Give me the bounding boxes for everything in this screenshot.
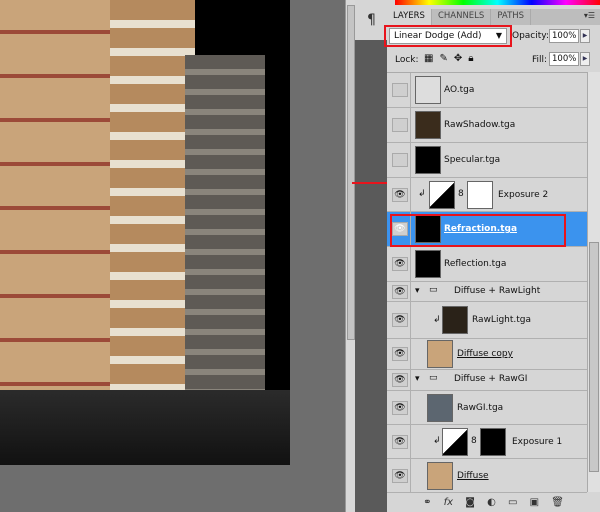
layer-name: RawGI.tga [457, 403, 504, 413]
eye-icon[interactable]: 👁︎ [392, 401, 408, 415]
layer-name: RawLight.tga [472, 315, 532, 325]
scroll-thumb[interactable] [589, 242, 599, 472]
folder-icon: ▭ [429, 373, 438, 383]
layer-thumbnail [415, 76, 441, 104]
panel-dock-strip: ¶ [355, 0, 387, 512]
layer-mask-thumbnail [467, 181, 493, 209]
visibility-toggle[interactable] [392, 83, 408, 97]
layer-row[interactable]: 👁︎ RawGI.tga [387, 391, 587, 425]
layer-row[interactable]: AO.tga [387, 73, 587, 108]
layer-name: Exposure 2 [498, 190, 549, 200]
eye-icon[interactable]: 👁︎ [392, 373, 408, 387]
layers-scrollbar[interactable] [587, 72, 600, 492]
eye-icon[interactable]: 👁︎ [392, 347, 408, 361]
group-expand-icon[interactable]: ▾ [415, 374, 420, 384]
visibility-toggle[interactable] [392, 118, 408, 132]
link-icon: 8 [471, 436, 477, 446]
folder-icon: ▭ [429, 285, 438, 295]
layer-name: Specular.tga [444, 155, 501, 165]
lock-pixels-icon[interactable]: ✎ [439, 53, 447, 64]
add-mask-icon[interactable]: ◙ [465, 497, 475, 508]
tab-paths[interactable]: PATHS [491, 9, 532, 25]
group-row[interactable]: 👁︎ ▾ ▭ Diffuse + RawLight [387, 282, 587, 302]
clip-arrow-icon: ↲ [433, 436, 441, 446]
layer-row[interactable]: 👁︎ Diffuse copy [387, 339, 587, 370]
layer-name: Reflection.tga [444, 259, 507, 269]
opacity-slider-button[interactable]: ▶ [580, 29, 590, 43]
lock-label: Lock: [395, 55, 419, 65]
lock-position-icon[interactable]: ✥ [454, 53, 462, 64]
fill-label: Fill: [532, 55, 548, 65]
opacity-input[interactable]: 100% [549, 29, 579, 43]
lock-all-icon[interactable]: 🔒︎ [468, 53, 473, 64]
eye-icon[interactable]: 👁︎ [392, 313, 408, 327]
scroll-thumb[interactable] [347, 5, 355, 340]
layers-panel: LAYERS CHANNELS PATHS ▾☰ Linear Dodge (A… [384, 0, 600, 512]
group-row[interactable]: 👁︎ ▾ ▭ Diffuse + RawGI [387, 370, 587, 391]
document-canvas [0, 0, 345, 512]
layer-thumbnail [427, 340, 453, 368]
canvas-vertical-scrollbar[interactable] [345, 0, 355, 512]
exposure-adjustment-icon [442, 428, 468, 456]
link-icon: 8 [458, 189, 464, 199]
panel-menu-icon[interactable]: ▾☰ [584, 11, 595, 20]
paragraph-icon[interactable]: ¶ [367, 12, 376, 28]
layer-name: RawShadow.tga [444, 120, 516, 130]
layer-name: AO.tga [444, 85, 475, 95]
layer-row[interactable]: 👁︎ Diffuse [387, 459, 587, 493]
clip-arrow-icon: ↲ [418, 189, 426, 199]
layer-name: Diffuse [457, 471, 489, 481]
group-name: Diffuse + RawGI [454, 374, 528, 384]
layer-row[interactable]: Specular.tga [387, 143, 587, 178]
visibility-toggle[interactable] [392, 153, 408, 167]
layer-row[interactable]: 👁︎ ↲ RawLight.tga [387, 302, 587, 339]
layer-mask-thumbnail [480, 428, 506, 456]
layer-name: Diffuse copy [457, 349, 513, 359]
tab-channels[interactable]: CHANNELS [432, 9, 492, 25]
eye-icon[interactable]: 👁︎ [392, 188, 408, 202]
highlight-box [384, 25, 512, 47]
new-group-icon[interactable]: ▭ [508, 497, 517, 508]
eye-icon[interactable]: 👁︎ [392, 469, 408, 483]
trash-icon[interactable]: 🗑︎ [551, 497, 564, 508]
layer-thumbnail [427, 462, 453, 490]
eye-icon[interactable]: 👁︎ [392, 285, 408, 299]
layers-toolbar: ⚭ fx ◙ ◐ ▭ ▣ 🗑︎ [387, 492, 600, 512]
fx-icon[interactable]: fx [444, 497, 453, 508]
layer-thumbnail [415, 146, 441, 174]
link-layers-icon[interactable]: ⚭ [423, 497, 431, 508]
tab-layers[interactable]: LAYERS [387, 9, 432, 25]
exposure-adjustment-icon [429, 181, 455, 209]
layer-thumbnail [442, 306, 468, 334]
layer-row[interactable]: 👁︎ ↲ 8 Exposure 2 [387, 178, 587, 212]
layers-list: AO.tga RawShadow.tga Specular.tga 👁︎ ↲ 8 Ex… [387, 72, 587, 493]
clip-arrow-icon: ↲ [433, 315, 441, 325]
lock-transparency-icon[interactable]: ▦ [424, 53, 433, 64]
eye-icon[interactable]: 👁︎ [392, 257, 408, 271]
highlight-box [390, 214, 566, 247]
new-layer-icon[interactable]: ▣ [530, 497, 539, 508]
group-name: Diffuse + RawLight [454, 286, 541, 296]
building-render-image [0, 0, 290, 465]
eye-icon[interactable]: 👁︎ [392, 435, 408, 449]
layer-thumbnail [415, 111, 441, 139]
layer-row[interactable]: 👁︎ ↲ 8 Exposure 1 [387, 425, 587, 459]
group-expand-icon[interactable]: ▾ [415, 286, 420, 296]
panel-tabs: LAYERS CHANNELS PATHS ▾☰ [387, 9, 600, 25]
adjustment-layer-icon[interactable]: ◐ [487, 497, 496, 508]
layer-row[interactable]: RawShadow.tga [387, 108, 587, 143]
layer-name: Exposure 1 [512, 437, 563, 447]
fill-slider-button[interactable]: ▶ [580, 52, 590, 66]
fill-input[interactable]: 100% [549, 52, 579, 66]
layer-thumbnail [415, 250, 441, 278]
color-spectrum[interactable] [395, 0, 600, 5]
layer-row[interactable]: 👁︎ Reflection.tga [387, 247, 587, 282]
layer-thumbnail [427, 394, 453, 422]
opacity-label: Opacity: [512, 31, 549, 41]
